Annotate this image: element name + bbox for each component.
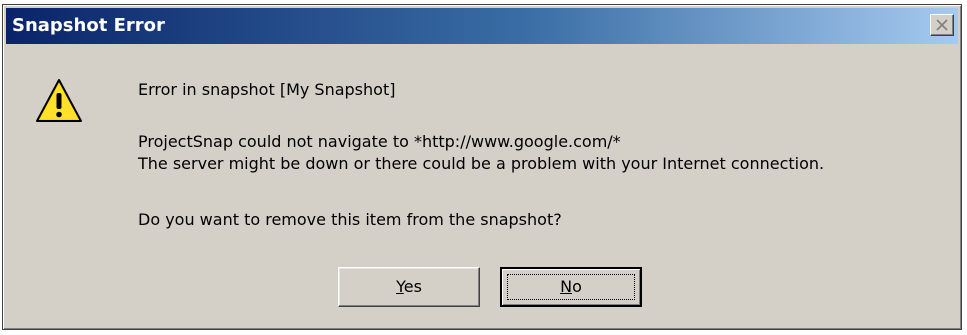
title-bar[interactable]: Snapshot Error — [6, 8, 958, 44]
error-dialog: Snapshot Error Error in snapshot [My Sna… — [2, 4, 962, 330]
server-hint-text: The server might be down or there could … — [138, 154, 825, 173]
yes-button-mnemonic: Y — [396, 277, 404, 296]
close-icon — [936, 19, 948, 31]
no-button[interactable]: No — [500, 267, 642, 307]
remove-item-question: Do you want to remove this item from the… — [138, 210, 562, 229]
yes-button[interactable]: Yes — [338, 267, 480, 307]
dialog-title: Snapshot Error — [12, 15, 165, 36]
close-button[interactable] — [930, 14, 954, 36]
error-heading: Error in snapshot [My Snapshot] — [138, 80, 396, 99]
focus-rectangle — [507, 274, 635, 300]
yes-button-label: es — [403, 277, 422, 296]
navigation-error-text: ProjectSnap could not navigate to *http:… — [138, 132, 621, 151]
warning-icon — [36, 79, 82, 122]
